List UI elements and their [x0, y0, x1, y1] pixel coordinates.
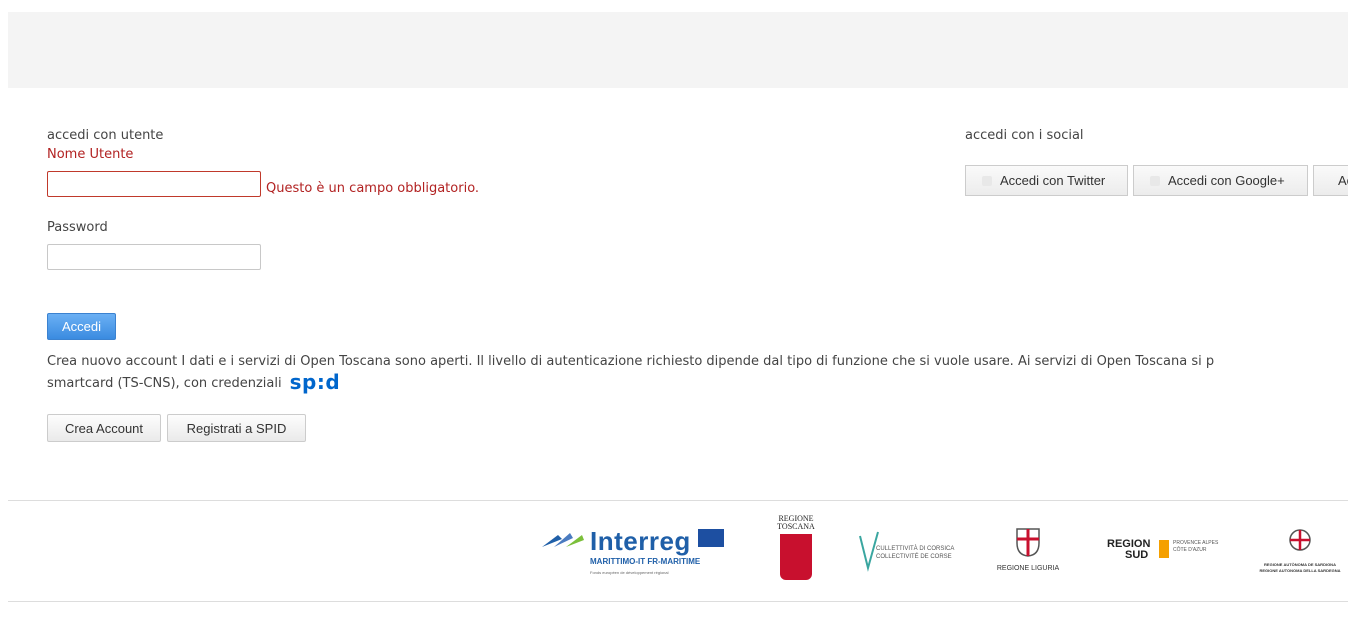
corsica-logo: CULLETTIVITÀ DI CORSICA COLLECTIVITÉ DE …	[858, 530, 958, 572]
regione-liguria-logo: REGIONE LIGURIA	[996, 527, 1060, 577]
create-account-button[interactable]: Crea Account	[47, 414, 161, 442]
social-section-title: accedi con i social	[965, 128, 1084, 143]
sardegna-crest-icon	[1289, 529, 1311, 551]
liguria-shield-icon	[1016, 528, 1040, 557]
corsica-label-2: COLLECTIVITÉ DE CORSE	[876, 554, 952, 560]
toscana-label: REGIONE TOSCANA	[777, 514, 815, 531]
password-label: Password	[47, 220, 108, 235]
sardegna-label-1: REGIONE AUTÒNOMA DE SARDIGNA	[1264, 562, 1336, 567]
twitter-login-label: Accedi con Twitter	[1000, 173, 1106, 188]
google-plus-icon	[1150, 175, 1160, 186]
region-sud-title-2: SUD	[1125, 549, 1149, 561]
google-login-label: Accedi con Google+	[1168, 173, 1285, 188]
register-spid-button[interactable]: Registrati a SPID	[167, 414, 306, 442]
login-button[interactable]: Accedi	[47, 313, 116, 340]
account-info-line-2: smartcard (TS-CNS), con credenziali sp:d	[47, 370, 341, 394]
username-error-message: Questo è un campo obbligatorio.	[266, 181, 480, 196]
interreg-title: Interreg	[590, 526, 691, 556]
eu-flag-icon	[698, 529, 724, 547]
footer-divider-top	[8, 500, 1348, 501]
interreg-subtitle: MARITTIMO-IT FR-MARITIME	[590, 557, 701, 566]
region-sud-subtitle: PROVENCE ALPES CÔTE D'AZUR	[1173, 540, 1219, 553]
third-social-login-button[interactable]: Ac	[1313, 165, 1348, 196]
third-social-login-label: Ac	[1338, 173, 1348, 188]
toscana-pegasus-icon	[780, 534, 812, 580]
account-info-text: Crea nuovo account I dati e i servizi di…	[47, 352, 1348, 394]
twitter-icon	[982, 175, 992, 186]
password-input[interactable]	[47, 244, 261, 270]
spid-logo: sp:d	[289, 370, 341, 394]
interreg-fund-text: Fonds européen de développement régional	[590, 570, 669, 575]
region-sud-flag-icon	[1159, 540, 1169, 558]
google-login-button[interactable]: Accedi con Google+	[1133, 165, 1308, 196]
login-section-title: accedi con utente	[47, 128, 164, 143]
username-label: Nome Utente	[47, 147, 134, 162]
sardegna-label-2: REGIONE AUTONOMA DELLA SARDEGNA	[1259, 568, 1341, 573]
username-input[interactable]	[47, 171, 261, 197]
corsica-label-1: CULLETTIVITÀ DI CORSICA	[876, 546, 955, 552]
regione-sardegna-logo: REGIONE AUTÒNOMA DE SARDIGNA REGIONE AUT…	[1252, 527, 1348, 577]
twitter-login-button[interactable]: Accedi con Twitter	[965, 165, 1128, 196]
interreg-logo: Interreg MARITTIMO-IT FR-MARITIME Fonds …	[540, 526, 730, 582]
footer-divider-bottom	[8, 601, 1348, 602]
region-sud-logo: REGION SUD PROVENCE ALPES CÔTE D'AZUR	[1107, 538, 1227, 568]
header-bar	[8, 12, 1348, 88]
interreg-swoosh-icon	[542, 533, 584, 547]
account-info-line-1: Crea nuovo account I dati e i servizi di…	[47, 354, 1215, 369]
regione-toscana-logo: REGIONE TOSCANA	[770, 515, 822, 585]
liguria-label: REGIONE LIGURIA	[996, 565, 1060, 572]
